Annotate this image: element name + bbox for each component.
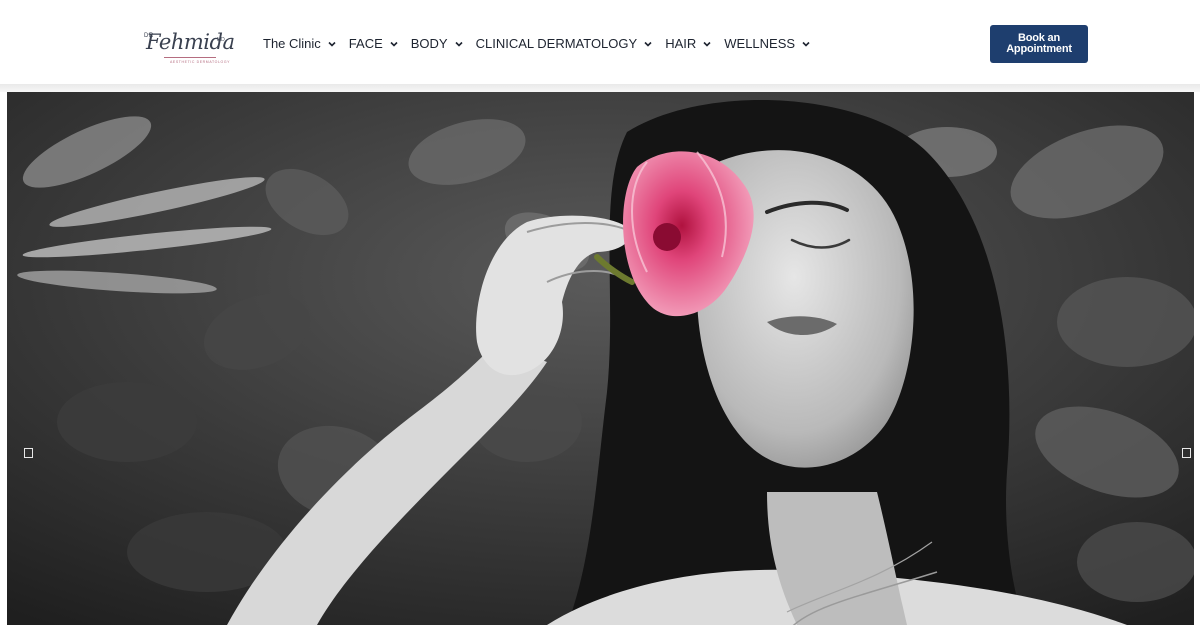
nav-item-label: BODY	[410, 36, 448, 51]
header-divider	[0, 84, 1200, 92]
nav-item-label: WELLNESS	[724, 36, 796, 51]
chevron-down-icon	[644, 41, 652, 47]
logo[interactable]: DR Fehmida MD AESTHETIC DERMATOLOGY	[128, 16, 235, 74]
site-header: DR Fehmida MD AESTHETIC DERMATOLOGY The …	[0, 0, 1200, 84]
nav-item-body[interactable]: BODY	[411, 34, 465, 54]
logo-tagline: AESTHETIC DERMATOLOGY	[170, 60, 231, 64]
chevron-down-icon	[328, 41, 336, 47]
nav-item-label: The Clinic	[263, 36, 321, 51]
logo-suffix: MD	[217, 37, 225, 43]
main-nav: The Clinic FACE BODY CLINICAL DERMATOLOG…	[263, 34, 823, 54]
logo-underline	[164, 57, 216, 58]
nav-item-hair[interactable]: HAIR	[665, 34, 713, 54]
nav-item-label: CLINICAL DERMATOLOGY	[475, 36, 638, 51]
hero-image	[7, 92, 1194, 625]
chevron-down-icon	[455, 41, 463, 47]
hero-slider	[7, 92, 1194, 625]
chevron-down-icon	[802, 41, 810, 47]
slider-next-arrow[interactable]	[1182, 448, 1191, 458]
nav-item-face[interactable]: FACE	[349, 34, 400, 54]
nav-item-label: FACE	[348, 36, 383, 51]
book-appointment-line2: Appointment	[1006, 43, 1072, 55]
book-appointment-button[interactable]: Book an Appointment	[990, 25, 1088, 63]
nav-item-wellness[interactable]: WELLNESS	[724, 34, 812, 54]
nav-item-label: HAIR	[665, 36, 697, 51]
nav-item-clinical-dermatology[interactable]: CLINICAL DERMATOLOGY	[476, 34, 655, 54]
chevron-down-icon	[390, 41, 398, 47]
slider-prev-arrow[interactable]	[24, 448, 33, 458]
nav-item-the-clinic[interactable]: The Clinic	[263, 34, 338, 54]
chevron-down-icon	[703, 41, 711, 47]
